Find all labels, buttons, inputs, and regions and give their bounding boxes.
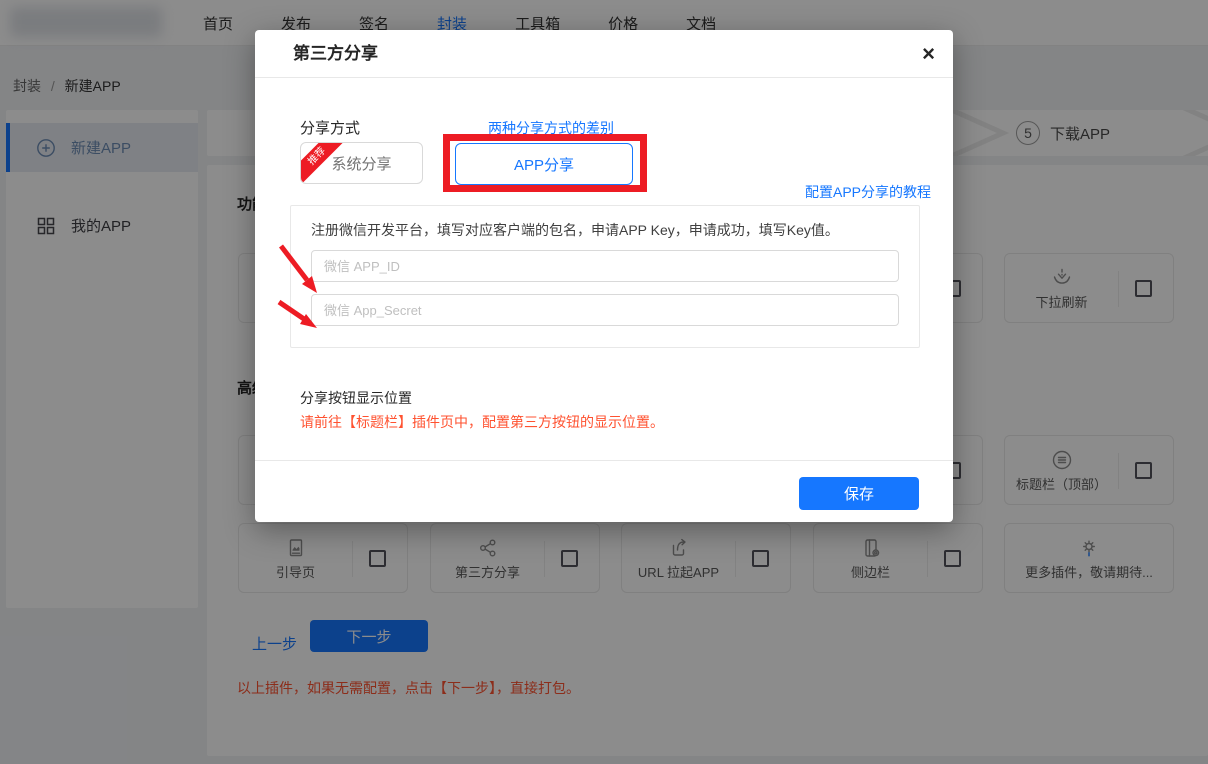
close-icon[interactable]: × [922, 40, 935, 68]
share-method-label: 分享方式 [300, 117, 360, 138]
dialog-header: 第三方分享 × [255, 30, 953, 78]
share-button-position-note: 请前往【标题栏】插件页中，配置第三方按钮的显示位置。 [300, 412, 664, 432]
dialog-title: 第三方分享 [293, 30, 378, 78]
wechat-appsecret-input[interactable] [311, 294, 899, 326]
footer-divider [255, 460, 953, 461]
share-button-position-label: 分享按钮显示位置 [300, 388, 412, 408]
save-button[interactable]: 保存 [799, 477, 919, 510]
tab-system-share[interactable]: 推荐 系统分享 [300, 142, 423, 184]
tab-label: APP分享 [514, 154, 574, 175]
share-method-diff-link[interactable]: 两种分享方式的差别 [488, 118, 614, 138]
wechat-config-panel: 注册微信开发平台，填写对应客户端的包名，申请APP Key，申请成功，填写Key… [290, 205, 920, 348]
page: 首页 发布 签名 封装 工具箱 价格 文档 封装 / 新建APP 新建APP [0, 0, 1208, 764]
tab-app-share[interactable]: APP分享 [455, 143, 633, 185]
app-share-tutorial-link[interactable]: 配置APP分享的教程 [805, 182, 931, 202]
wechat-config-description: 注册微信开发平台，填写对应客户端的包名，申请APP Key，申请成功，填写Key… [311, 220, 839, 240]
wechat-appid-input[interactable] [311, 250, 899, 282]
tab-label: 系统分享 [331, 153, 391, 174]
third-party-share-dialog: 第三方分享 × 分享方式 两种分享方式的差别 推荐 系统分享 APP分享 配置A… [255, 30, 953, 522]
